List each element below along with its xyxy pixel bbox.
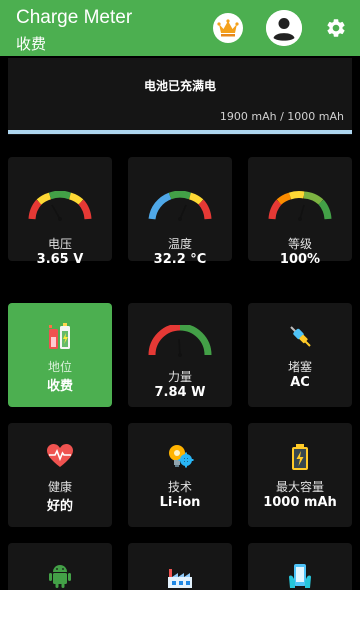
tile-technology-value: Li-ion: [159, 495, 201, 510]
tile-level-label: 等级: [287, 237, 312, 251]
tile-health-value: 好的: [46, 499, 73, 514]
tile-max-capacity[interactable]: 最大容量 1000 mAh: [248, 423, 352, 527]
tile-power-label: 力量: [167, 370, 192, 384]
tile-temperature-label: 温度: [167, 237, 192, 251]
tile-temperature-value: 32.2 °C: [153, 252, 207, 267]
battery-bolt-icon: [292, 444, 308, 470]
premium-button[interactable]: [213, 13, 243, 43]
gauge-icon: [28, 191, 92, 221]
tile-technology[interactable]: 技术 Li-ion: [128, 423, 232, 527]
crown-icon: [217, 19, 239, 37]
gauge-icon: [268, 191, 332, 221]
tile-level[interactable]: 等级 100%: [248, 157, 352, 267]
battery-status-card: 电池已充满电 1900 mAh / 1000 mAh: [8, 58, 352, 135]
tile-plug-label: 堵塞: [287, 360, 312, 374]
account-button[interactable]: [266, 10, 302, 46]
tile-voltage-label: 电压: [47, 237, 72, 251]
battery-charging-icon: [49, 323, 70, 349]
tile-plug-value: AC: [290, 375, 310, 390]
tile-power[interactable]: 力量 7.84 W: [128, 303, 232, 407]
settings-button[interactable]: [323, 15, 349, 41]
lightbulb-gear-icon: [169, 445, 194, 468]
tile-max-capacity-label: 最大容量: [275, 480, 324, 494]
heart-pulse-icon: [47, 444, 73, 467]
tile-voltage[interactable]: 电压 3.65 V: [8, 157, 112, 267]
charge-progress-fill: [8, 130, 352, 134]
app-title: Charge Meter: [16, 7, 133, 28]
app-bar: Charge Meter 收费: [0, 0, 360, 56]
tile-max-capacity-value: 1000 mAh: [263, 495, 337, 510]
tile-technology-label: 技术: [167, 480, 192, 494]
tile-status[interactable]: 地位 收费: [8, 303, 112, 407]
gauge-icon: [148, 191, 212, 221]
tile-status-value: 收费: [46, 379, 73, 394]
tile-health-label: 健康: [47, 480, 72, 494]
gear-icon: [327, 19, 345, 37]
phone-hand-icon: [289, 564, 311, 588]
tile-temperature[interactable]: 温度 32.2 °C: [128, 157, 232, 267]
tile-status-label: 地位: [47, 360, 72, 374]
android-icon: [49, 565, 71, 588]
gauge-icon: [148, 325, 212, 357]
tile-voltage-value: 3.65 V: [36, 252, 84, 267]
capacity-readout: 1900 mAh / 1000 mAh: [219, 110, 344, 123]
charge-progress-bar: [8, 130, 352, 134]
tile-level-value: 100%: [279, 252, 321, 267]
tile-plug[interactable]: 堵塞 AC: [248, 303, 352, 407]
tile-health[interactable]: 健康 好的: [8, 423, 112, 527]
tile-power-value: 7.84 W: [154, 385, 206, 400]
plug-icon: [290, 326, 311, 347]
battery-status-title: 电池已充满电: [143, 79, 216, 93]
account-icon: [266, 10, 302, 46]
factory-icon: [168, 569, 192, 588]
bottom-banner-area: [0, 590, 360, 640]
app-subtitle: 收费: [16, 35, 47, 53]
